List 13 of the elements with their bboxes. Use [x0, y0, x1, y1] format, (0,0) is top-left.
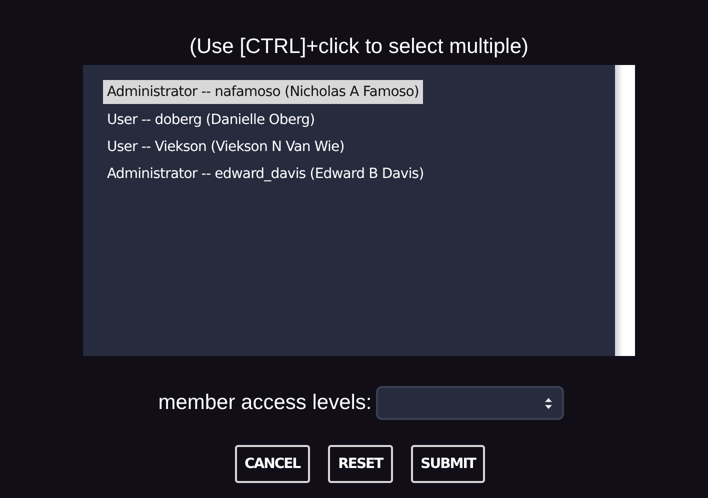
member-option[interactable]: Administrator -- nafamoso (Nicholas A Famoso) [103, 80, 423, 104]
member-list[interactable]: Administrator -- nafamoso (Nicholas A Famoso) User -- doberg (Danielle Oberg) User -- Viekson (Viekson N Van Wie) Administrator -- edward_davis (Edward B Davis) [83, 65, 635, 356]
action-button[interactable]: CANCEL [234, 445, 310, 483]
instruction-text: (Use [CTRL]+click to select multiple) [189, 34, 528, 60]
member-option[interactable]: User -- Viekson (Viekson N Van Wie) [103, 134, 348, 161]
action-button[interactable]: RESET [328, 445, 393, 483]
access-level-select[interactable] [378, 388, 562, 418]
scrollbar[interactable] [615, 65, 635, 356]
member-option[interactable]: Administrator -- edward_davis (Edward B Davis) [103, 161, 428, 188]
action-button[interactable]: SUBMIT [410, 445, 486, 483]
updown-arrows-icon [544, 398, 552, 408]
member-option[interactable]: User -- doberg (Danielle Oberg) [103, 107, 319, 134]
access-label: member access levels: [158, 391, 372, 415]
